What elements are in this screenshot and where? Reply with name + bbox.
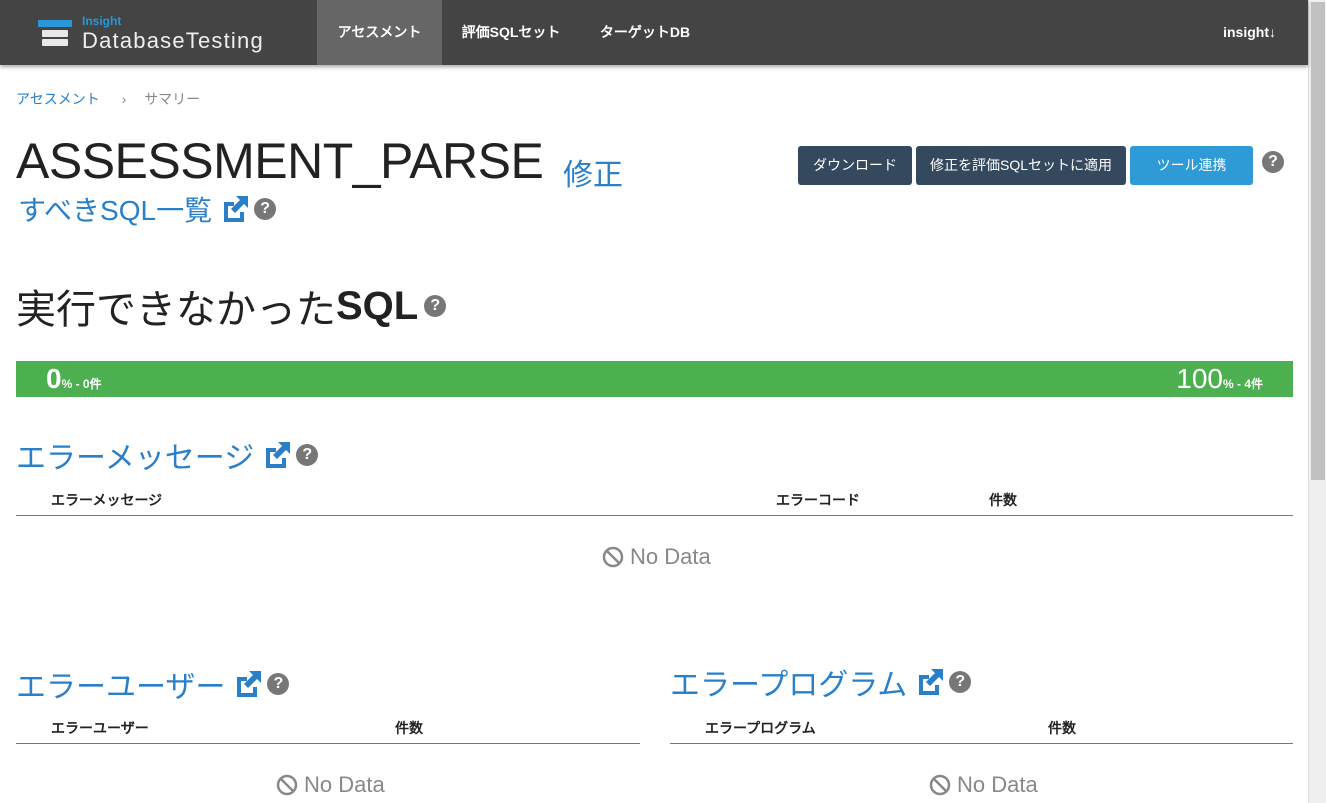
fix-link[interactable]: 修正 [563, 150, 623, 194]
progress-right-label: 100% - 4件 [1176, 363, 1263, 395]
top-navbar: Insight DatabaseTesting アセスメント 評価SQLセット … [0, 0, 1308, 65]
help-icon[interactable]: ? [296, 444, 319, 466]
nav-assessment[interactable]: アセスメント [317, 0, 442, 65]
tool-integration-label: ツール連携 [1156, 157, 1227, 173]
progress-right-suffix: % - 4件 [1222, 377, 1263, 391]
error-message-title: エラーメッセージ [16, 442, 255, 475]
user-name: insight [1223, 24, 1269, 40]
error-program-heading[interactable]: エラープログラム ? [670, 660, 972, 704]
breadcrumb-current: サマリー [144, 91, 201, 107]
help-icon[interactable]: ? [949, 671, 972, 693]
tool-integration-button[interactable]: ツール連携 [1130, 146, 1253, 210]
no-data-message: No Data [929, 772, 1038, 798]
error-message-table-header: エラーメッセージ エラーコード 件数 [16, 481, 1293, 516]
no-data-message: No Data [276, 772, 385, 798]
progress-left-suffix: % - 0件 [61, 377, 102, 391]
error-user-table-header: エラーユーザー 件数 [16, 709, 640, 744]
help-icon[interactable]: ? [254, 198, 277, 220]
column-header[interactable]: エラープログラム [705, 718, 816, 738]
progress-bar: 0% - 0件 100% - 4件 [16, 361, 1293, 397]
column-header[interactable]: エラーコード [776, 490, 860, 510]
external-link-icon[interactable] [220, 194, 250, 224]
column-header[interactable]: 件数 [395, 718, 423, 738]
sql-list-label: すべきSQL一覧 [18, 195, 213, 226]
vertical-scrollbar[interactable] [1308, 0, 1326, 803]
progress-right-pct: 100 [1176, 363, 1223, 394]
sql-list-link[interactable]: すべきSQL一覧 ? [18, 189, 277, 229]
ban-icon [929, 774, 951, 796]
help-icon[interactable]: ? [424, 295, 447, 317]
breadcrumb: アセスメント › サマリー [16, 89, 200, 109]
nav-sql-set[interactable]: 評価SQLセット [442, 0, 580, 65]
apply-fix-button[interactable]: 修正を評価SQLセットに適用 [916, 146, 1126, 185]
error-message-heading[interactable]: エラーメッセージ ? [16, 433, 319, 477]
breadcrumb-separator: › [121, 91, 127, 107]
brand-name: DatabaseTesting [82, 28, 264, 53]
error-program-table-header: エラープログラム 件数 [670, 709, 1293, 744]
column-header[interactable]: 件数 [989, 490, 1017, 510]
user-menu[interactable]: insight↓ [1223, 0, 1276, 65]
no-data-label: No Data [630, 544, 711, 569]
error-user-heading[interactable]: エラーユーザー ? [16, 662, 290, 706]
external-link-icon[interactable] [233, 669, 263, 699]
column-header[interactable]: エラーユーザー [51, 718, 149, 738]
failed-sql-heading: 実行できなかった SQL ? [16, 277, 447, 335]
no-data-label: No Data [304, 772, 385, 797]
ban-icon [276, 774, 298, 796]
error-program-title: エラープログラム [670, 669, 908, 702]
failed-sql-title: 実行できなかった [16, 288, 336, 332]
help-icon[interactable]: ? [267, 673, 290, 695]
caret-down-icon [1192, 201, 1205, 210]
nav-target-db[interactable]: ターゲットDB [580, 0, 710, 65]
brand-small-text: Insight [82, 14, 122, 28]
ban-icon [602, 546, 624, 568]
brand-logo[interactable]: Insight DatabaseTesting [38, 14, 308, 54]
error-user-title: エラーユーザー [16, 671, 226, 704]
page-title: ASSESSMENT_PARSE [16, 133, 544, 189]
column-header[interactable]: エラーメッセージ [51, 490, 162, 510]
external-link-icon[interactable] [915, 667, 945, 697]
database-logo-icon [38, 20, 72, 50]
progress-left-pct: 0 [46, 363, 62, 394]
download-button[interactable]: ダウンロード [798, 146, 912, 185]
failed-sql-title-bold: SQL [336, 283, 419, 328]
no-data-label: No Data [957, 772, 1038, 797]
arrow-down-icon: ↓ [1269, 24, 1276, 40]
column-header[interactable]: 件数 [1048, 718, 1076, 738]
scrollbar-thumb[interactable] [1311, 2, 1325, 480]
no-data-message: No Data [602, 544, 711, 570]
progress-left-label: 0% - 0件 [46, 363, 102, 395]
help-icon[interactable]: ? [1262, 151, 1284, 173]
breadcrumb-assessment-link[interactable]: アセスメント [16, 91, 100, 107]
external-link-icon[interactable] [262, 440, 292, 470]
